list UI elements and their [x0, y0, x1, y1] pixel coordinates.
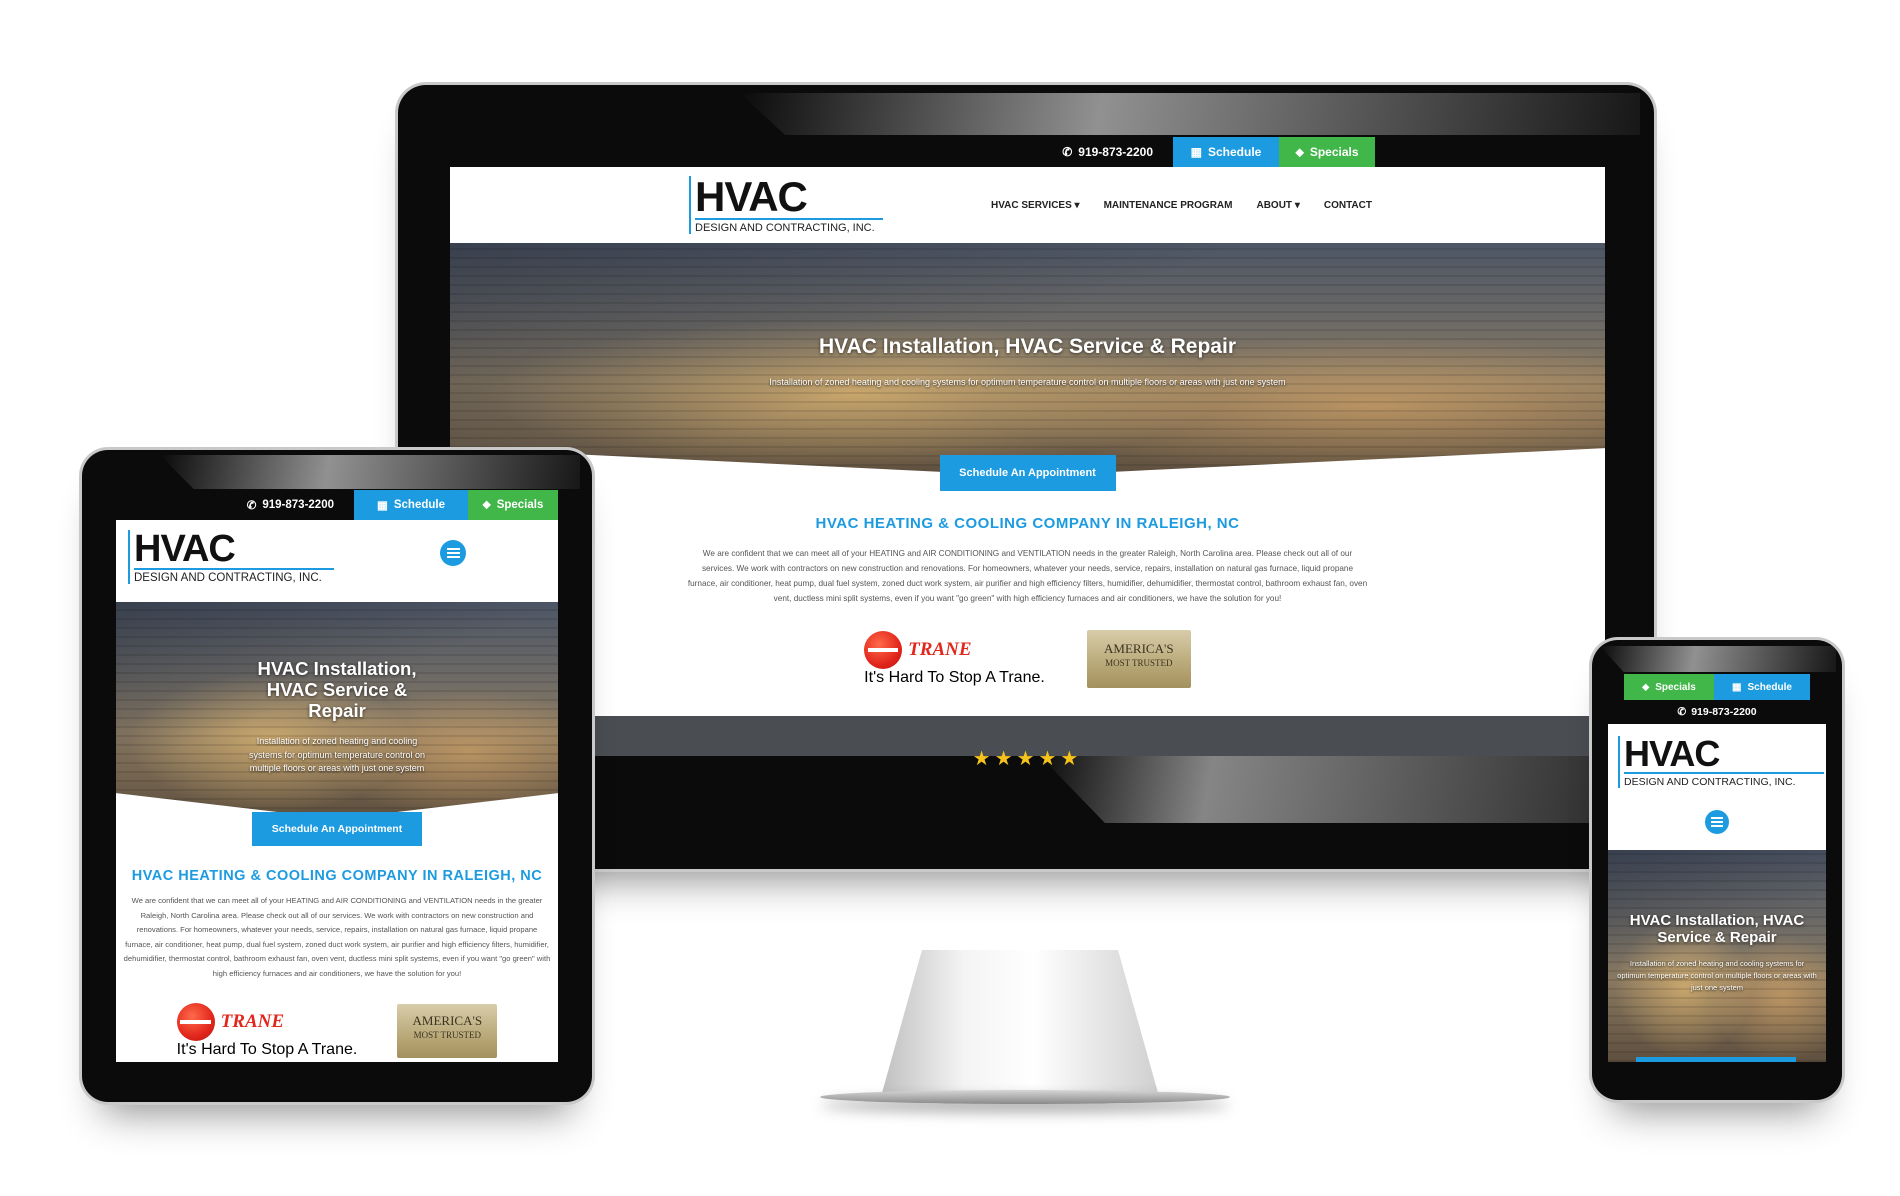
logo-subtitle: DESIGN AND CONTRACTING, INC. [134, 568, 334, 584]
monitor-stand-base [820, 1090, 1230, 1104]
nav-label: HVAC SERVICES [991, 199, 1072, 211]
hero-banner: HVAC Installation, HVAC Service & Repair… [450, 243, 1605, 475]
site-logo[interactable]: HVAC DESIGN AND CONTRACTING, INC. [128, 528, 334, 584]
rating-stars: ★★★★★ [972, 748, 1083, 770]
top-contact-bar: ✆ 919-873-2200 ▦ Schedule ⬥ Specials [116, 490, 558, 520]
badge-line-1: AMERICA'S [1104, 641, 1174, 656]
desktop-screen: ✆ 919-873-2200 ▦ Schedule ⬥ Specials HVA… [450, 137, 1605, 823]
logo-mark: HVAC [1624, 733, 1720, 774]
hero-banner: HVAC Installation, HVAC Service & Repair… [1608, 850, 1826, 1062]
hero-title: HVAC Installation, HVAC Service & Repair [819, 335, 1236, 358]
schedule-label: Schedule [1207, 145, 1262, 159]
tag-icon: ⬥ [1295, 144, 1304, 159]
logo-mark: HVAC [695, 173, 808, 220]
caret-down-icon: ▾ [1294, 199, 1300, 211]
header: HVAC DESIGN AND CONTRACTING, INC. [1608, 724, 1826, 850]
trane-wordmark: TRANE [220, 1011, 285, 1032]
top-button-bar: ⬥ Specials ▦ Schedule [1608, 674, 1826, 700]
caret-down-icon: ▾ [1074, 199, 1080, 211]
calendar-icon: ▦ [1732, 681, 1742, 693]
nav-label: ABOUT [1256, 199, 1293, 211]
partner-logos: TRANE It's Hard To Stop A Trane. AMERICA… [450, 630, 1605, 688]
logo-subtitle: DESIGN AND CONTRACTING, INC. [1624, 772, 1824, 788]
trane-tagline: It's Hard To Stop A Trane. [864, 669, 1045, 686]
schedule-appointment-button-edge[interactable] [1636, 1057, 1796, 1062]
schedule-appointment-button[interactable]: Schedule An Appointment [252, 812, 422, 846]
specials-button[interactable]: ⬥ Specials [1624, 674, 1714, 700]
hamburger-menu-icon[interactable] [1705, 810, 1729, 834]
main-nav: HVAC SERVICES ▾ MAINTENANCE PROGRAM ABOU… [991, 200, 1372, 211]
nav-item-about[interactable]: ABOUT ▾ [1256, 200, 1299, 211]
schedule-appointment-button[interactable]: Schedule An Appointment [939, 455, 1116, 491]
specials-label: Specials [1655, 681, 1696, 693]
phone-number: 919-873-2200 [1691, 706, 1757, 718]
logo-mark: HVAC [134, 528, 236, 570]
hero-subtitle: Installation of zoned heating and coolin… [1617, 959, 1817, 992]
specials-button[interactable]: ⬥ Specials [468, 490, 558, 520]
logo-accent-bar [1618, 736, 1620, 788]
partner-logos: TRANE It's Hard To Stop A Trane. AMERICA… [116, 1003, 558, 1059]
schedule-button[interactable]: ▦ Schedule [354, 490, 468, 520]
phone-number: 919-873-2200 [1078, 145, 1153, 159]
badge-line-2: MOST TRUSTED [413, 1030, 482, 1040]
section-body: We are confident that we can meet all of… [687, 549, 1368, 603]
phone-icon: ✆ [246, 500, 257, 512]
top-contact-bar: ✆ 919-873-2200 ▦ Schedule ⬥ Specials [450, 137, 1605, 167]
schedule-button[interactable]: ▦ Schedule [1714, 674, 1810, 700]
trane-ball-icon [176, 1003, 215, 1041]
hamburger-menu-icon[interactable] [440, 540, 466, 566]
badge-line-1: AMERICA'S [412, 1013, 483, 1028]
trane-tagline: It's Hard To Stop A Trane. [176, 1041, 358, 1058]
schedule-label: Schedule [393, 499, 445, 511]
specials-button[interactable]: ⬥ Specials [1279, 137, 1375, 167]
site-logo[interactable]: HVAC DESIGN AND CONTRACTING, INC. [1618, 733, 1824, 788]
phone-screen: ⬥ Specials ▦ Schedule ✆ 919-873-2200 HVA… [1608, 674, 1826, 1062]
logo-accent-bar [689, 176, 691, 234]
phone-number: 919-873-2200 [262, 499, 334, 511]
hero-title: HVAC Installation, HVAC Service & Repair [257, 658, 417, 721]
hero-subtitle: Installation of zoned heating and coolin… [769, 377, 1286, 387]
hero-banner: HVAC Installation, HVAC Service & Repair… [116, 602, 558, 818]
hero-title: HVAC Installation, HVAC Service & Repair [1629, 912, 1805, 946]
logo-subtitle: DESIGN AND CONTRACTING, INC. [695, 218, 883, 234]
nav-item-maintenance-program[interactable]: MAINTENANCE PROGRAM [1104, 200, 1233, 211]
americas-most-trusted-badge: AMERICA'S MOST TRUSTED [397, 1004, 498, 1058]
phone-icon: ✆ [1677, 706, 1687, 718]
hero-subtitle: Installation of zoned heating and coolin… [248, 736, 426, 773]
schedule-label: Schedule [1747, 681, 1792, 693]
americas-most-trusted-badge: AMERICA'S MOST TRUSTED [1086, 630, 1191, 688]
calendar-icon: ▦ [376, 500, 388, 512]
trane-logo: TRANE It's Hard To Stop A Trane. [864, 631, 1045, 687]
tag-icon: ⬥ [482, 498, 491, 511]
logo-accent-bar [128, 530, 130, 584]
reviews-band: ★★★★★ [450, 716, 1605, 823]
trane-logo: TRANE It's Hard To Stop A Trane. [176, 1003, 358, 1059]
monitor-stand-neck [880, 950, 1160, 1100]
site-logo[interactable]: HVAC DESIGN AND CONTRACTING, INC. [689, 173, 883, 234]
trane-wordmark: TRANE [908, 639, 972, 660]
nav-item-contact[interactable]: CONTACT [1324, 200, 1372, 211]
badge-line-2: MOST TRUSTED [1105, 658, 1173, 668]
trane-ball-icon [864, 631, 903, 669]
specials-label: Specials [496, 499, 544, 511]
header-nav-row: HVAC DESIGN AND CONTRACTING, INC. HVAC S… [450, 167, 1605, 243]
calendar-icon: ▦ [1190, 145, 1202, 159]
phone-link[interactable]: ✆ 919-873-2200 [1608, 700, 1826, 724]
phone-icon: ✆ [1062, 145, 1073, 159]
header: HVAC DESIGN AND CONTRACTING, INC. [116, 520, 558, 602]
tablet-screen: ✆ 919-873-2200 ▦ Schedule ⬥ Specials HVA… [116, 490, 558, 1062]
responsive-mockup-stage: ✆ 919-873-2200 ▦ Schedule ⬥ Specials HVA… [0, 0, 1900, 1196]
section-title: HVAC HEATING & COOLING COMPANY IN RALEIG… [815, 515, 1240, 532]
section-body: We are confident that we can meet all of… [123, 896, 551, 978]
tag-icon: ⬥ [1642, 681, 1650, 693]
phone-link[interactable]: ✆ 919-873-2200 [1042, 137, 1173, 167]
schedule-button[interactable]: ▦ Schedule [1173, 137, 1279, 167]
nav-item-hvac-services[interactable]: HVAC SERVICES ▾ [991, 200, 1080, 211]
phone-link[interactable]: ✆ 919-873-2200 [227, 490, 354, 520]
specials-label: Specials [1309, 145, 1359, 159]
section-title: HVAC HEATING & COOLING COMPANY IN RALEIG… [131, 868, 543, 884]
